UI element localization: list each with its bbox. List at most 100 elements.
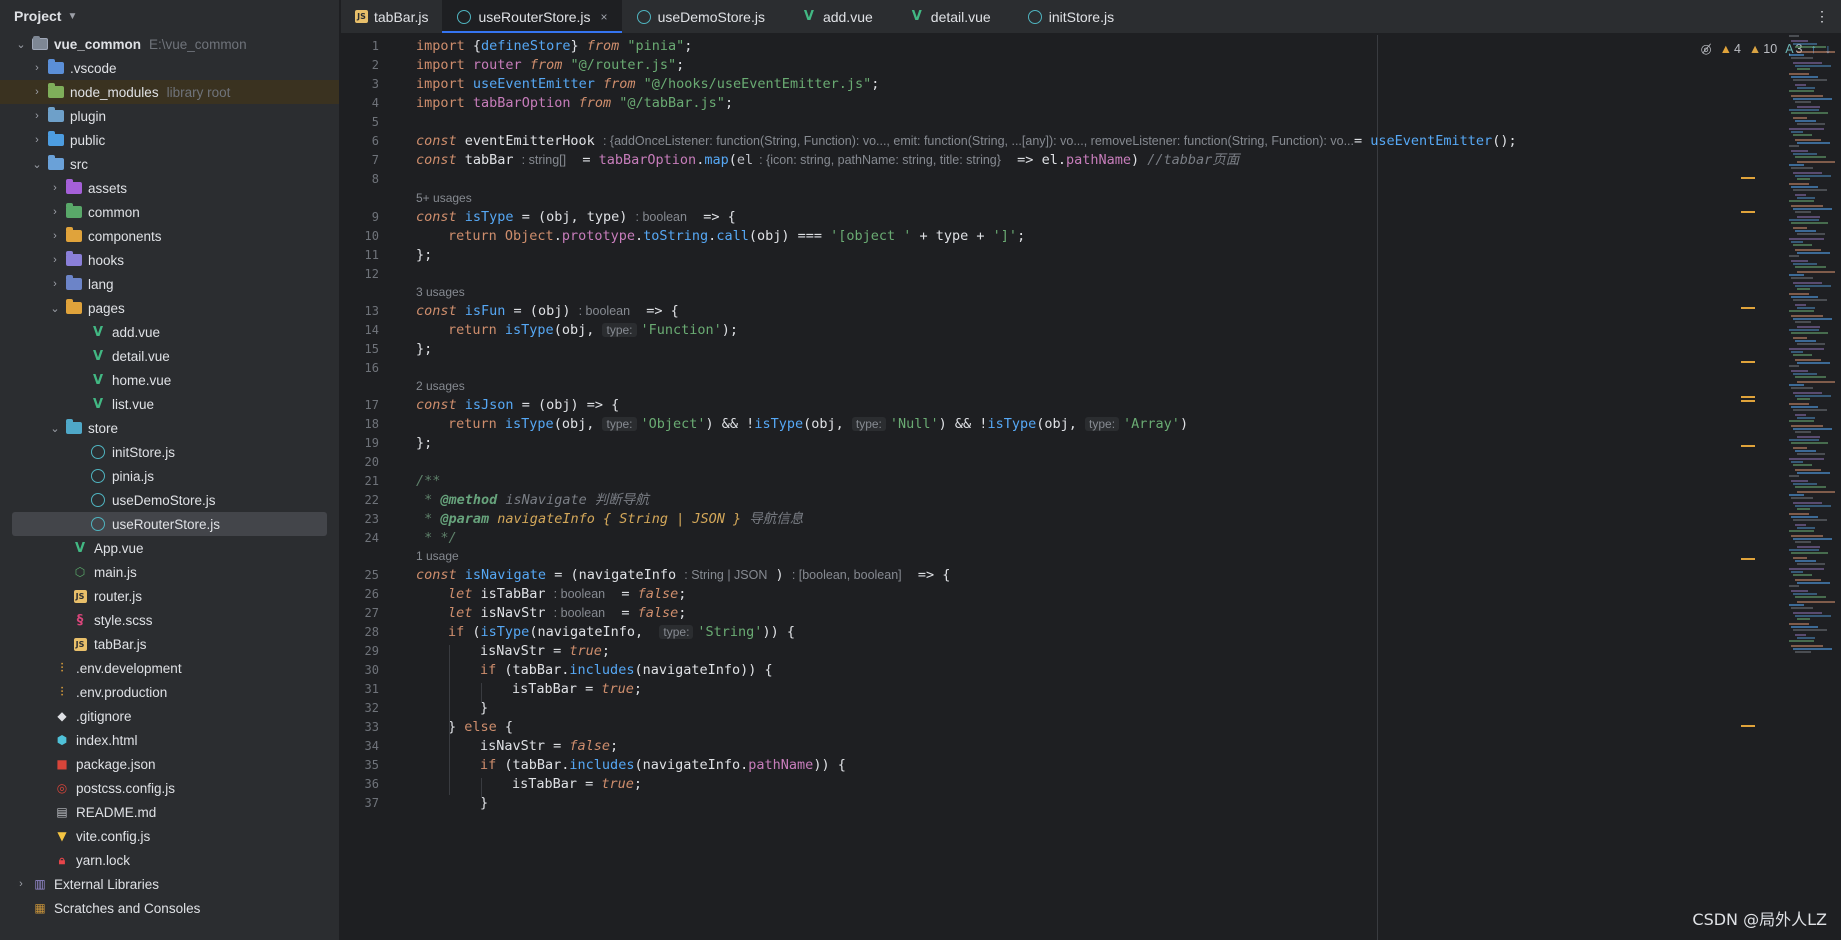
more-vertical-icon[interactable]: ⋮ <box>1815 8 1829 25</box>
minimap-line <box>1789 365 1799 367</box>
usages-hint[interactable]: 5+ usages <box>416 189 472 207</box>
watermark: CSDN @局外人LZ <box>1692 910 1827 929</box>
chevron-down-icon[interactable]: ⌄ <box>48 302 62 315</box>
chevron-right-icon[interactable]: › <box>48 278 62 290</box>
usages-hint[interactable]: 1 usage <box>416 547 459 565</box>
tree-item-label: useDemoStore.js <box>112 492 216 508</box>
usages-hint[interactable]: 2 usages <box>416 377 465 395</box>
minimap-line <box>1793 519 1827 521</box>
tree-item-add-vue[interactable]: Vadd.vue <box>0 320 339 344</box>
close-icon[interactable]: × <box>601 10 608 24</box>
tree-item-store[interactable]: ⌄ store <box>0 416 339 440</box>
tree-item-initstore-js[interactable]: initStore.js <box>0 440 339 464</box>
code-area[interactable]: import {defineStore} from "pinia"; impor… <box>416 35 1781 940</box>
code-line: return isType(obj, type: 'Function'); <box>448 322 739 338</box>
chevron-down-icon[interactable]: ⌄ <box>14 38 28 51</box>
tree-item-lang[interactable]: › lang <box>0 272 339 296</box>
tree-item-router-js[interactable]: JS router.js <box>0 584 339 608</box>
vue-file-icon: V <box>74 540 86 556</box>
minimap-line <box>1797 252 1830 254</box>
tree-item-components[interactable]: › components <box>0 224 339 248</box>
tab-initstore-js[interactable]: initStore.js <box>1005 0 1128 33</box>
tree-item-main-js[interactable]: ⬡ main.js <box>0 560 339 584</box>
chevron-right-icon[interactable]: › <box>48 230 62 242</box>
minimap[interactable] <box>1741 35 1841 940</box>
warning-stripe[interactable] <box>1741 361 1755 363</box>
tab-detail-vue[interactable]: Vdetail.vue <box>887 0 1005 33</box>
chevron-right-icon[interactable]: › <box>30 134 44 146</box>
minimap-line <box>1789 73 1809 75</box>
tree-item-usedemostore-js[interactable]: useDemoStore.js <box>0 488 339 512</box>
tree-root-vue-common[interactable]: ⌄ vue_common E:\vue_common <box>0 32 339 56</box>
tab-tabbar-js[interactable]: JS tabBar.js <box>341 0 442 33</box>
js-file-icon: JS <box>72 637 88 651</box>
tree-item-tabbar-js[interactable]: JS tabBar.js <box>0 632 339 656</box>
warning-stripe[interactable] <box>1741 400 1755 402</box>
tab-add-vue[interactable]: Vadd.vue <box>779 0 887 33</box>
tree-item-readme-md[interactable]: ▤ README.md <box>0 800 339 824</box>
minimap-line <box>1789 293 1809 295</box>
tree-item-env-development[interactable]: ⫶ .env.development <box>0 656 339 680</box>
tab-userouterstore-js[interactable]: useRouterStore.js × <box>442 0 622 33</box>
scss-file-icon: § <box>76 612 84 628</box>
tree-item-postcss-config-js[interactable]: ◎ postcss.config.js <box>0 776 339 800</box>
tree-item-node-modules[interactable]: › node_modules library root <box>0 80 339 104</box>
chevron-right-icon[interactable]: › <box>48 254 62 266</box>
chevron-down-icon[interactable]: ⌄ <box>30 158 44 171</box>
tree-item-yarn-lock[interactable]: 🔒︎ yarn.lock <box>0 848 339 872</box>
chevron-down-icon[interactable]: ⌄ <box>48 422 62 435</box>
chevron-right-icon[interactable]: › <box>30 110 44 122</box>
chevron-right-icon[interactable]: › <box>14 878 28 890</box>
minimap-line <box>1795 156 1826 158</box>
tree-item-common[interactable]: › common <box>0 200 339 224</box>
folder-icon <box>66 251 82 267</box>
minimap-line <box>1791 351 1803 353</box>
tree-item-vite-config-js[interactable]: ▼ vite.config.js <box>0 824 339 848</box>
warning-stripe[interactable] <box>1741 307 1755 309</box>
tree-item-label: App.vue <box>94 540 144 556</box>
tree-item-label: components <box>88 228 162 244</box>
warning-stripe[interactable] <box>1741 445 1755 447</box>
chevron-right-icon[interactable]: › <box>48 182 62 194</box>
tree-item-userouterstore-js[interactable]: useRouterStore.js <box>12 512 327 536</box>
minimap-line <box>1793 354 1812 356</box>
code-editor[interactable]: 1 2 3 4 5 6 7 8 9 10 11 12 13 14 15 16 17 18 19 20 21 22 23 24 2… <box>341 35 1841 940</box>
warning-stripe[interactable] <box>1741 558 1755 560</box>
tree-item-pages[interactable]: ⌄ pages <box>0 296 339 320</box>
tree-item-vscode[interactable]: › .vscode <box>0 56 339 80</box>
tree-item-package-json[interactable]: ■ package.json <box>0 752 339 776</box>
usages-hint[interactable]: 3 usages <box>416 283 465 301</box>
project-panel-header[interactable]: Project ▼ <box>0 0 339 32</box>
chevron-right-icon[interactable]: › <box>48 206 62 218</box>
tree-item-detail-vue[interactable]: Vdetail.vue <box>0 344 339 368</box>
tree-item-src[interactable]: ⌄ src <box>0 152 339 176</box>
tree-item-label: lang <box>88 276 114 292</box>
minimap-line <box>1797 417 1815 419</box>
chevron-down-icon[interactable]: ▼ <box>67 11 77 22</box>
tree-item-plugin[interactable]: › plugin <box>0 104 339 128</box>
folder-icon <box>66 419 82 435</box>
tree-item-public[interactable]: › public <box>0 128 339 152</box>
tree-item-env-production[interactable]: ⫶ .env.production <box>0 680 339 704</box>
tree-item-list-vue[interactable]: Vlist.vue <box>0 392 339 416</box>
warning-stripe[interactable] <box>1741 396 1755 398</box>
minimap-line <box>1795 431 1811 433</box>
tree-item-app-vue[interactable]: V App.vue <box>0 536 339 560</box>
tree-item-hooks[interactable]: › hooks <box>0 248 339 272</box>
tree-item-index-html[interactable]: ⬢ index.html <box>0 728 339 752</box>
warning-stripe[interactable] <box>1741 725 1755 727</box>
warning-stripe[interactable] <box>1741 177 1755 179</box>
code-line: }; <box>416 247 433 263</box>
tree-item-scratches[interactable]: ▦ Scratches and Consoles <box>0 896 339 920</box>
tree-item-pinia-js[interactable]: pinia.js <box>0 464 339 488</box>
chevron-right-icon[interactable]: › <box>30 86 44 98</box>
tree-item-home-vue[interactable]: Vhome.vue <box>0 368 339 392</box>
tree-item-assets[interactable]: › assets <box>0 176 339 200</box>
tab-usedemostore-js[interactable]: useDemoStore.js <box>622 0 779 33</box>
tree-item-external-libraries[interactable]: › ▥ External Libraries <box>0 872 339 896</box>
chevron-right-icon[interactable]: › <box>30 62 44 74</box>
tree-item-gitignore[interactable]: ◆ .gitignore <box>0 704 339 728</box>
warning-stripe[interactable] <box>1741 211 1755 213</box>
line-number: 24 <box>364 531 379 545</box>
tree-item-style-scss[interactable]: § style.scss <box>0 608 339 632</box>
